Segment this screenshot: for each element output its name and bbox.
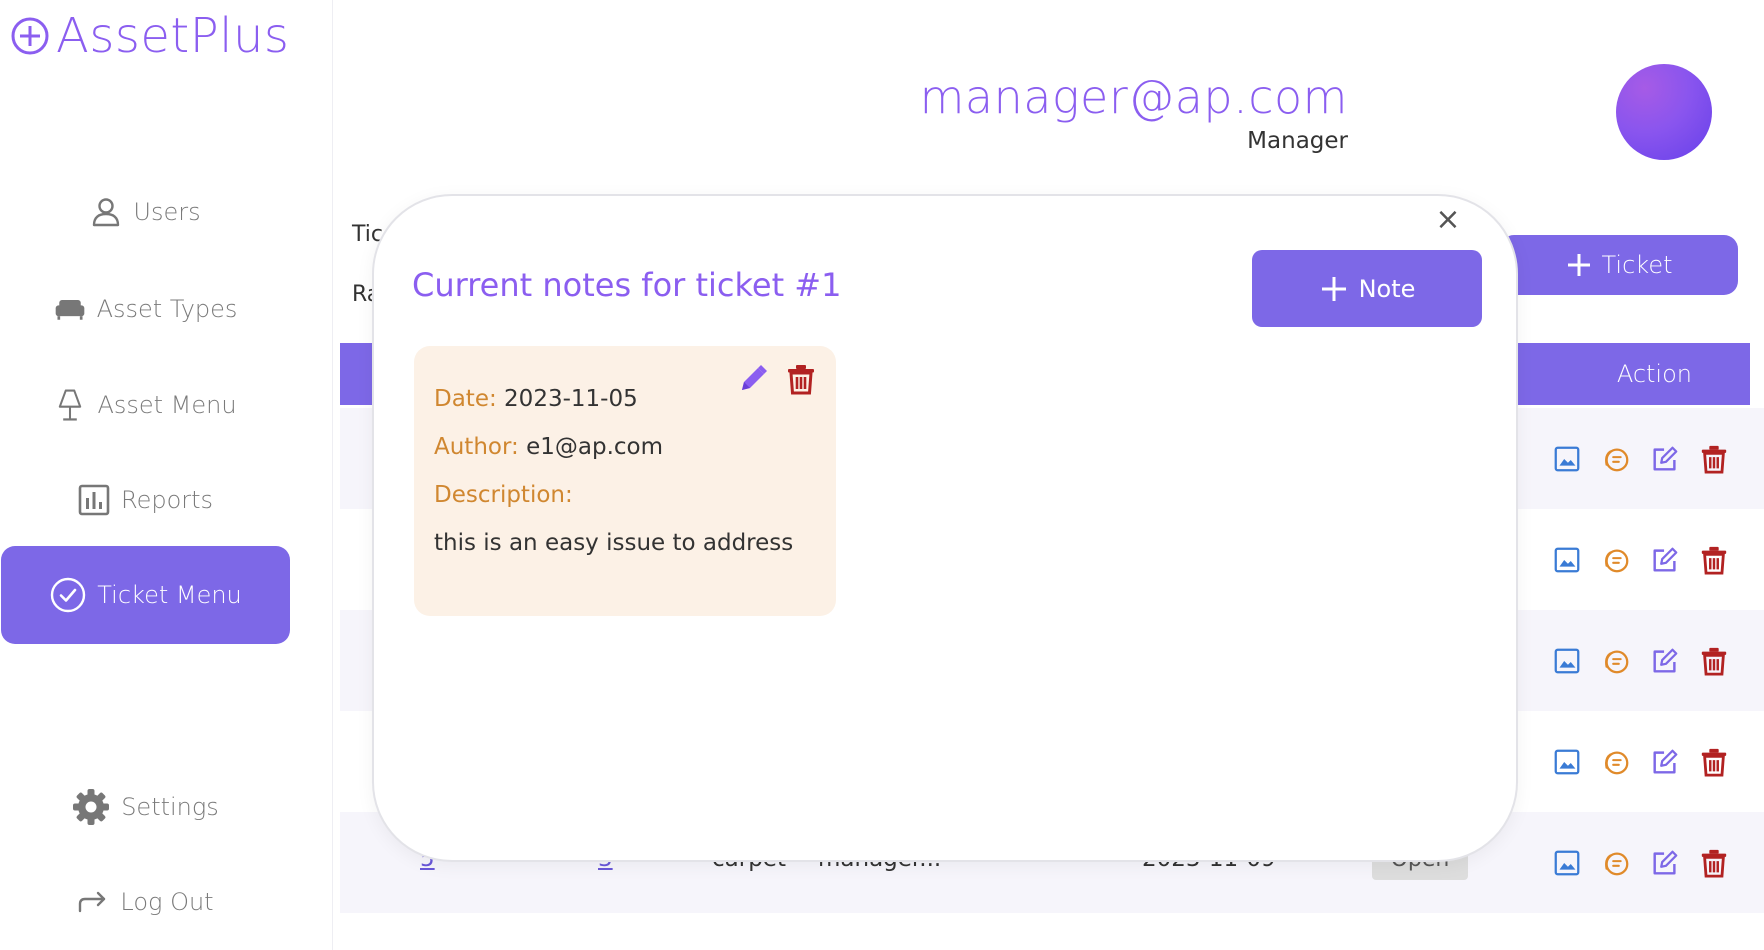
plus-icon — [1321, 276, 1346, 301]
note-date-value: 2023-11-05 — [504, 386, 638, 412]
sofa-icon — [55, 300, 84, 320]
note-date-label: Date: — [434, 386, 497, 412]
check-circle-icon — [51, 577, 86, 613]
add-note-label: Note — [1358, 274, 1416, 303]
edit-icon[interactable] — [1650, 442, 1680, 476]
sidebar-item-label: Log Out — [120, 888, 214, 916]
assign-icon[interactable] — [1601, 644, 1631, 678]
edit-icon[interactable] — [1650, 745, 1680, 779]
app-logo: AssetPlus — [10, 10, 289, 62]
edit-icon[interactable] — [1650, 846, 1680, 880]
edit-icon[interactable] — [1650, 543, 1680, 577]
sidebar-item-asset-menu[interactable]: Asset Menu — [0, 380, 290, 430]
image-icon[interactable] — [1552, 543, 1582, 577]
row-actions — [1552, 711, 1729, 812]
gear-icon — [73, 789, 110, 825]
row-actions — [1552, 610, 1729, 711]
image-icon[interactable] — [1552, 846, 1582, 880]
edit-icon[interactable] — [1650, 644, 1680, 678]
note-card: Date: 2023-11-05 Author: e1@ap.com Descr… — [414, 346, 836, 616]
sidebar-item-label: Settings — [121, 793, 219, 821]
trash-icon[interactable] — [1699, 543, 1729, 577]
image-icon[interactable] — [1552, 644, 1582, 678]
add-ticket-label: Ticket — [1601, 251, 1673, 279]
row-actions — [1552, 509, 1729, 610]
notes-modal: × Current notes for ticket #1 Note Date:… — [372, 194, 1518, 862]
trash-icon[interactable] — [1699, 745, 1729, 779]
note-author-value: e1@ap.com — [526, 434, 664, 460]
add-note-button[interactable]: Note — [1252, 250, 1482, 327]
sidebar-item-log-out[interactable]: Log Out — [0, 877, 290, 927]
avatar[interactable] — [1616, 64, 1712, 160]
add-ticket-button[interactable]: Ticket — [1500, 235, 1738, 295]
sidebar-item-label: Reports — [120, 486, 214, 514]
row-actions — [1552, 812, 1729, 913]
sidebar-item-label: Users — [133, 198, 201, 226]
sidebar-item-label: Asset Menu — [97, 391, 237, 419]
modal-title: Current notes for ticket #1 — [412, 266, 842, 304]
sidebar-item-asset-types[interactable]: Asset Types — [0, 284, 290, 334]
lamp-icon — [59, 389, 82, 421]
plus-circle-icon — [11, 17, 49, 55]
close-icon[interactable]: × — [1434, 205, 1462, 235]
image-icon[interactable] — [1552, 745, 1582, 779]
sidebar-item-label: Asset Types — [96, 295, 238, 323]
sidebar-item-reports[interactable]: Reports — [0, 475, 290, 525]
sidebar: AssetPlus Users Asset Types Asset Menu R… — [0, 0, 333, 950]
assign-icon[interactable] — [1601, 846, 1631, 880]
sidebar-item-settings[interactable]: Settings — [0, 782, 290, 832]
row-actions — [1552, 408, 1729, 509]
assign-icon[interactable] — [1601, 745, 1631, 779]
pencil-icon[interactable] — [736, 362, 770, 396]
plus-icon — [1568, 254, 1591, 276]
column-header-action: Action — [1616, 360, 1692, 388]
trash-icon[interactable] — [1699, 644, 1729, 678]
user-role: Manager — [1247, 128, 1348, 154]
note-description-row: Description: — [434, 482, 573, 508]
report-icon — [78, 484, 110, 516]
logout-icon — [79, 891, 106, 913]
note-description-label: Description: — [434, 482, 573, 508]
note-date-row: Date: 2023-11-05 — [434, 386, 638, 412]
sidebar-item-label: Ticket Menu — [97, 581, 242, 609]
sidebar-item-ticket-menu[interactable]: Ticket Menu — [1, 546, 290, 644]
note-author-row: Author: e1@ap.com — [434, 434, 663, 460]
sidebar-item-users[interactable]: Users — [0, 187, 290, 237]
trash-icon[interactable] — [1699, 442, 1729, 476]
note-description-text: this is an easy issue to address — [434, 530, 794, 556]
note-author-label: Author: — [434, 434, 519, 460]
trash-icon[interactable] — [1699, 846, 1729, 880]
user-email: manager@ap.com — [919, 70, 1348, 124]
user-icon — [93, 198, 120, 227]
image-icon[interactable] — [1552, 442, 1582, 476]
trash-icon[interactable] — [784, 362, 818, 396]
app-name: AssetPlus — [56, 8, 290, 64]
assign-icon[interactable] — [1601, 442, 1631, 476]
assign-icon[interactable] — [1601, 543, 1631, 577]
